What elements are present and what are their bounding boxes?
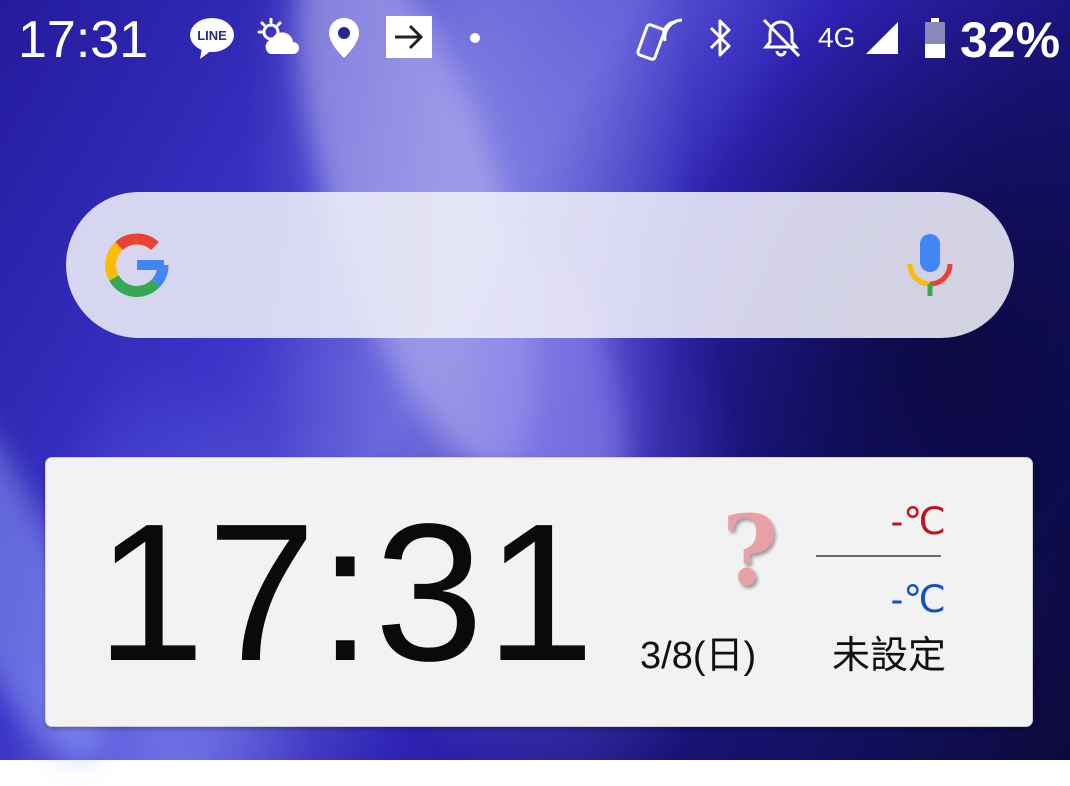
location-icon — [326, 14, 362, 62]
status-bar[interactable]: 17:31 LINE 4G 32% — [0, 0, 1070, 80]
max-temperature: -℃ — [890, 501, 946, 543]
google-logo-icon[interactable] — [104, 232, 170, 298]
temperature-divider — [816, 555, 941, 557]
widget-location-unset: 未設定 — [832, 633, 947, 677]
nfc-icon — [636, 14, 686, 62]
partly-cloudy-icon — [256, 14, 300, 62]
line-icon: LINE — [188, 14, 236, 62]
line-logo-text: LINE — [197, 28, 227, 43]
notifications-off-icon — [758, 14, 804, 62]
clock-weather-widget[interactable]: 17:31 ? -℃ -℃ 3/8(日) 未設定 — [46, 458, 1032, 726]
weather-unknown-icon: ? — [722, 494, 779, 607]
bluetooth-icon — [702, 14, 738, 62]
widget-date: 3/8(日) — [640, 635, 757, 677]
more-notifications-dot-icon — [467, 14, 483, 62]
network-type: 4G — [818, 22, 856, 53]
widget-clock-time: 17:31 — [96, 483, 597, 702]
signal-strength-icon — [864, 14, 900, 62]
min-temperature: -℃ — [890, 579, 946, 621]
battery-percentage: 32% — [960, 12, 1061, 68]
battery-icon — [920, 14, 950, 62]
microphone-icon[interactable] — [902, 232, 958, 298]
forward-arrow-icon — [386, 16, 432, 58]
status-clock: 17:31 — [18, 11, 149, 69]
google-search-bar[interactable] — [66, 192, 1014, 338]
